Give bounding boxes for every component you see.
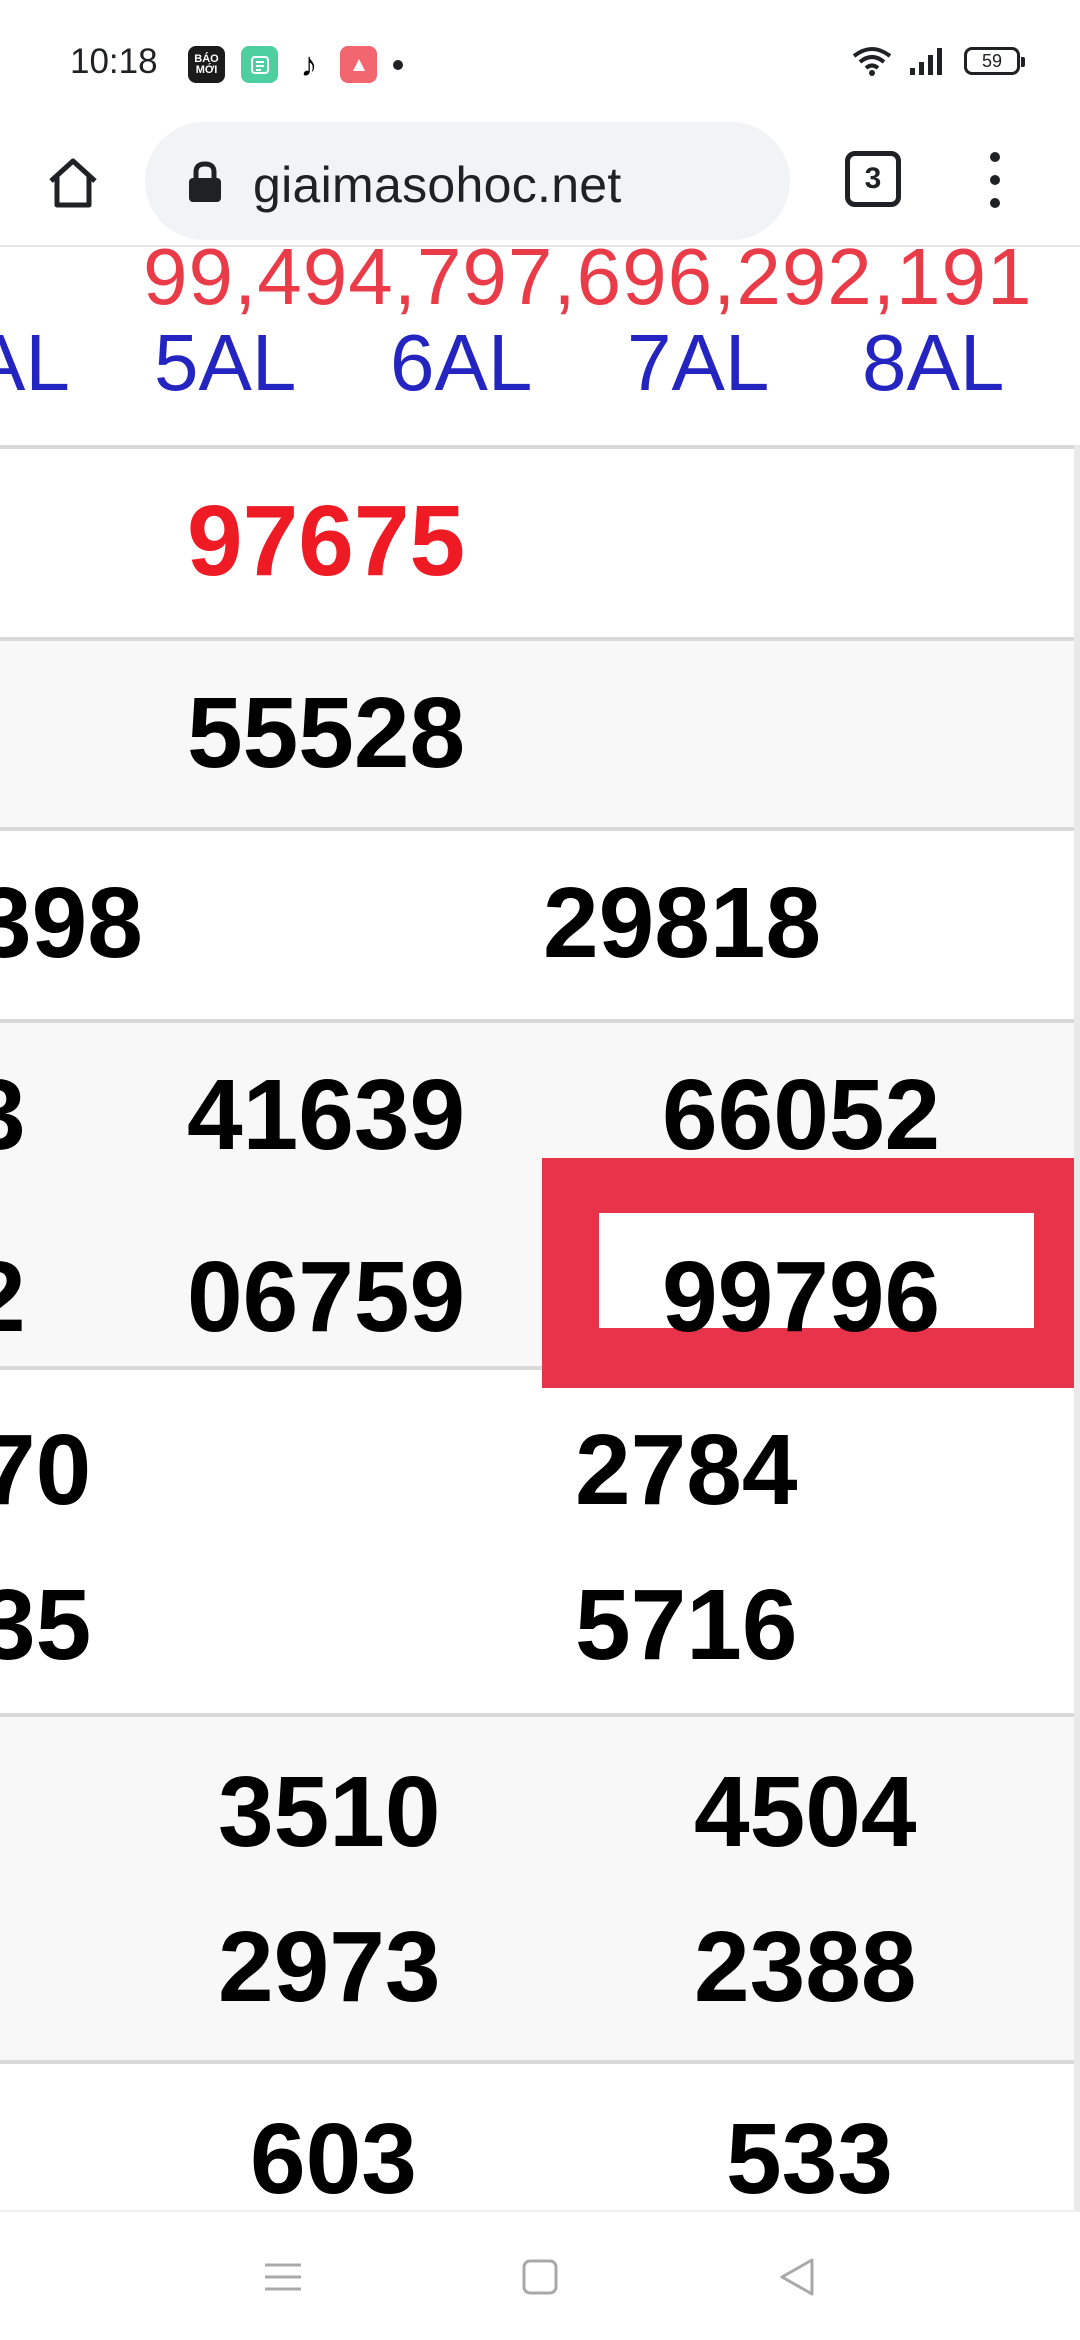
result-row: 3510 4504 2973 2388 <box>0 1713 1074 2060</box>
prize-number: 2 <box>0 1247 26 1347</box>
prize-number: 41639 <box>187 1059 466 1171</box>
url-bar[interactable]: giaimasohoc.net <box>145 122 790 240</box>
prize-number: 70 <box>0 1414 92 1526</box>
home-square-icon <box>522 2259 558 2295</box>
more-notifications-dot-icon <box>393 59 403 70</box>
result-row: 398 29818 <box>0 827 1074 1019</box>
highlighted-prize-number: 99796 <box>662 1241 941 1353</box>
browser-toolbar: giaimasohoc.net 3 <box>0 120 1080 245</box>
pink-app-icon <box>340 46 377 83</box>
prize-number: 35 <box>0 1569 92 1681</box>
result-row: 97675 <box>0 445 1074 637</box>
status-time: 10:18 <box>70 42 158 81</box>
prize-number: 603 <box>250 2103 417 2210</box>
menu-button[interactable] <box>248 2242 318 2312</box>
notification-icons: BÁO MỚI ♪ <box>188 46 403 83</box>
home-square-button[interactable] <box>505 2242 575 2312</box>
prize-number: 06759 <box>187 1241 466 1353</box>
tiktok-icon: ♪ <box>300 45 318 84</box>
signal-icon <box>910 48 942 75</box>
result-row: 70 2784 35 5716 <box>0 1366 1074 1713</box>
column-header: 8AL <box>862 318 1005 407</box>
lock-icon <box>189 161 221 202</box>
tabs-button[interactable]: 3 <box>845 151 901 207</box>
baomoi-app-icon: BÁO MỚI <box>188 46 225 83</box>
result-row: 55528 <box>0 637 1074 827</box>
home-button[interactable] <box>38 148 108 218</box>
menu-icon <box>265 2263 301 2291</box>
prize-number: 3510 <box>218 1756 441 1868</box>
back-button[interactable] <box>762 2242 832 2312</box>
green-app-icon <box>241 46 278 83</box>
battery-level: 59 <box>981 50 1003 71</box>
url-text: giaimasohoc.net <box>253 157 622 213</box>
prize-number: 2784 <box>575 1414 798 1526</box>
prize-number: 533 <box>726 2103 893 2210</box>
column-header: AL <box>0 318 70 407</box>
battery-icon: 59 <box>964 47 1025 75</box>
more-vert-icon[interactable] <box>980 150 1010 210</box>
phone-screen: 10:18 BÁO MỚI ♪ 59 giaimasohoc.net 3 976… <box>0 0 1080 2340</box>
status-bar: 10:18 BÁO MỚI ♪ 59 <box>0 0 1080 120</box>
special-prize-number: 97675 <box>187 485 466 597</box>
scroll-edge <box>1074 445 1080 2210</box>
prize-number: 3 <box>0 1065 26 1165</box>
result-row: 603 533 <box>0 2060 1074 2210</box>
prize-number: 29818 <box>543 867 822 979</box>
system-icons: 59 <box>852 46 1025 76</box>
home-icon <box>49 158 97 208</box>
prize-number: 2388 <box>694 1911 917 2023</box>
column-header: 7AL <box>627 318 770 407</box>
prize-number: 5716 <box>575 1569 798 1681</box>
column-header: 6AL <box>390 318 533 407</box>
prize-number: 66052 <box>662 1059 941 1171</box>
back-icon <box>780 2258 814 2296</box>
system-nav-bar <box>0 2210 1080 2340</box>
marquee-text: 99,494,797,696,292,191 <box>143 245 1033 321</box>
prize-number: 4504 <box>694 1756 917 1868</box>
wifi-icon <box>852 47 892 76</box>
page-content: 97675 55528 398 29818 3 41639 66052 70 2… <box>0 245 1080 2210</box>
prize-number: 398 <box>0 867 143 979</box>
column-header: 5AL <box>154 318 297 407</box>
prize-number: 2973 <box>218 1911 441 2023</box>
prize-number: 55528 <box>187 677 466 789</box>
